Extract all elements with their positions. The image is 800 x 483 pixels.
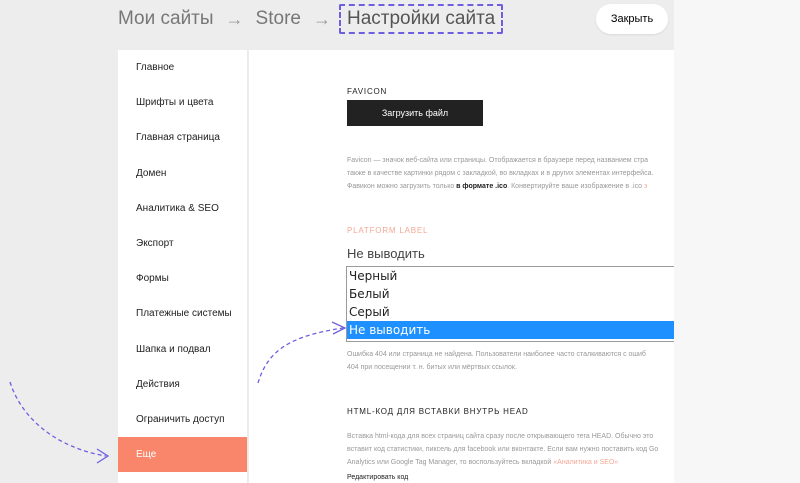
breadcrumb-site-settings: Настройки сайта [338, 4, 504, 34]
page404-description-line: 404 при посещении т. н. битых или мёртвы… [347, 364, 517, 371]
head-code-description-line: Analytics или Google Tag Manager, то вос… [347, 456, 674, 469]
upload-file-button[interactable]: Загрузить файл [347, 100, 483, 126]
settings-content: FAVICON Загрузить файл Favicon — значок … [249, 50, 674, 483]
sidebar-item-forms[interactable]: Формы [118, 261, 247, 296]
settings-window: Мои сайты → Store → Настройки сайта Закр… [0, 0, 674, 483]
edit-code-link[interactable]: Редактировать код [347, 474, 408, 481]
right-empty-pane [674, 0, 800, 483]
favicon-description-line: Фавикон можно загрузить только в формате… [347, 180, 674, 193]
sidebar-item-more[interactable]: Еще [118, 437, 247, 473]
arrow-right-icon: → [225, 8, 244, 29]
sidebar-item-home-page[interactable]: Главная страница [118, 120, 247, 155]
sidebar-item-main[interactable]: Главное [118, 50, 247, 85]
sidebar-item-analytics-seo[interactable]: Аналитика & SEO [118, 191, 247, 226]
favicon-description-line: также в качестве картинки рядом с заклад… [347, 170, 654, 177]
sidebar-item-export[interactable]: Экспорт [118, 226, 247, 261]
option-gray[interactable]: Серый [347, 303, 674, 321]
favicon-description: Favicon — значок веб-сайта или страницы.… [347, 154, 674, 193]
close-button[interactable]: Закрыть [596, 4, 668, 34]
platform-label-section-title: PLATFORM LABEL [347, 226, 429, 235]
analytics-seo-link[interactable]: «Аналитика и SEO» [553, 459, 618, 466]
breadcrumb-my-sites[interactable]: Мои сайты [118, 8, 214, 30]
favicon-format-note: в формате .ico [456, 183, 508, 190]
option-do-not-show[interactable]: Не выводить [347, 321, 674, 339]
breadcrumb: Мои сайты → Store → Настройки сайта [118, 4, 504, 34]
option-black[interactable]: Черный [347, 267, 674, 285]
converter-link[interactable]: з [644, 183, 647, 190]
head-code-description-line: Вставка html-кода для всех страниц сайта… [347, 433, 654, 440]
sidebar-item-payment-systems[interactable]: Платежные системы [118, 296, 247, 331]
option-white[interactable]: Белый [347, 285, 674, 303]
sidebar-item-restrict-access[interactable]: Ограничить доступ [118, 402, 247, 437]
head-code-description-line: вставит код статистики, пиксель для face… [347, 446, 659, 453]
sidebar-item-header-footer[interactable]: Шапка и подвал [118, 332, 247, 367]
sidebar-item-actions[interactable]: Действия [118, 367, 247, 402]
settings-sidebar: Главное Шрифты и цвета Главная страница … [118, 50, 248, 483]
favicon-description-line: Favicon — значок веб-сайта или страницы.… [347, 157, 649, 164]
favicon-description-text: . Конвертируйте ваше изображение в .ico [507, 183, 644, 190]
head-code-description-text: Analytics или Google Tag Manager, то вос… [347, 459, 554, 466]
platform-label-select[interactable]: Не выводить [347, 246, 425, 261]
page404-description: Ошибка 404 или страница не найдена. Поль… [347, 348, 674, 374]
breadcrumb-store[interactable]: Store [256, 8, 301, 30]
favicon-description-text: Фавикон можно загрузить только [347, 183, 457, 190]
favicon-section-title: FAVICON [347, 87, 388, 96]
sidebar-item-fonts-colors[interactable]: Шрифты и цвета [118, 85, 247, 120]
head-code-description: Вставка html-кода для всех страниц сайта… [347, 430, 674, 469]
head-code-section-title: HTML-КОД ДЛЯ ВСТАВКИ ВНУТРЬ HEAD [347, 407, 529, 416]
page404-description-line: Ошибка 404 или страница не найдена. Поль… [347, 351, 646, 358]
platform-label-dropdown: Черный Белый Серый Не выводить [346, 266, 674, 342]
sidebar-item-domain[interactable]: Домен [118, 156, 247, 191]
arrow-right-icon: → [312, 8, 331, 29]
